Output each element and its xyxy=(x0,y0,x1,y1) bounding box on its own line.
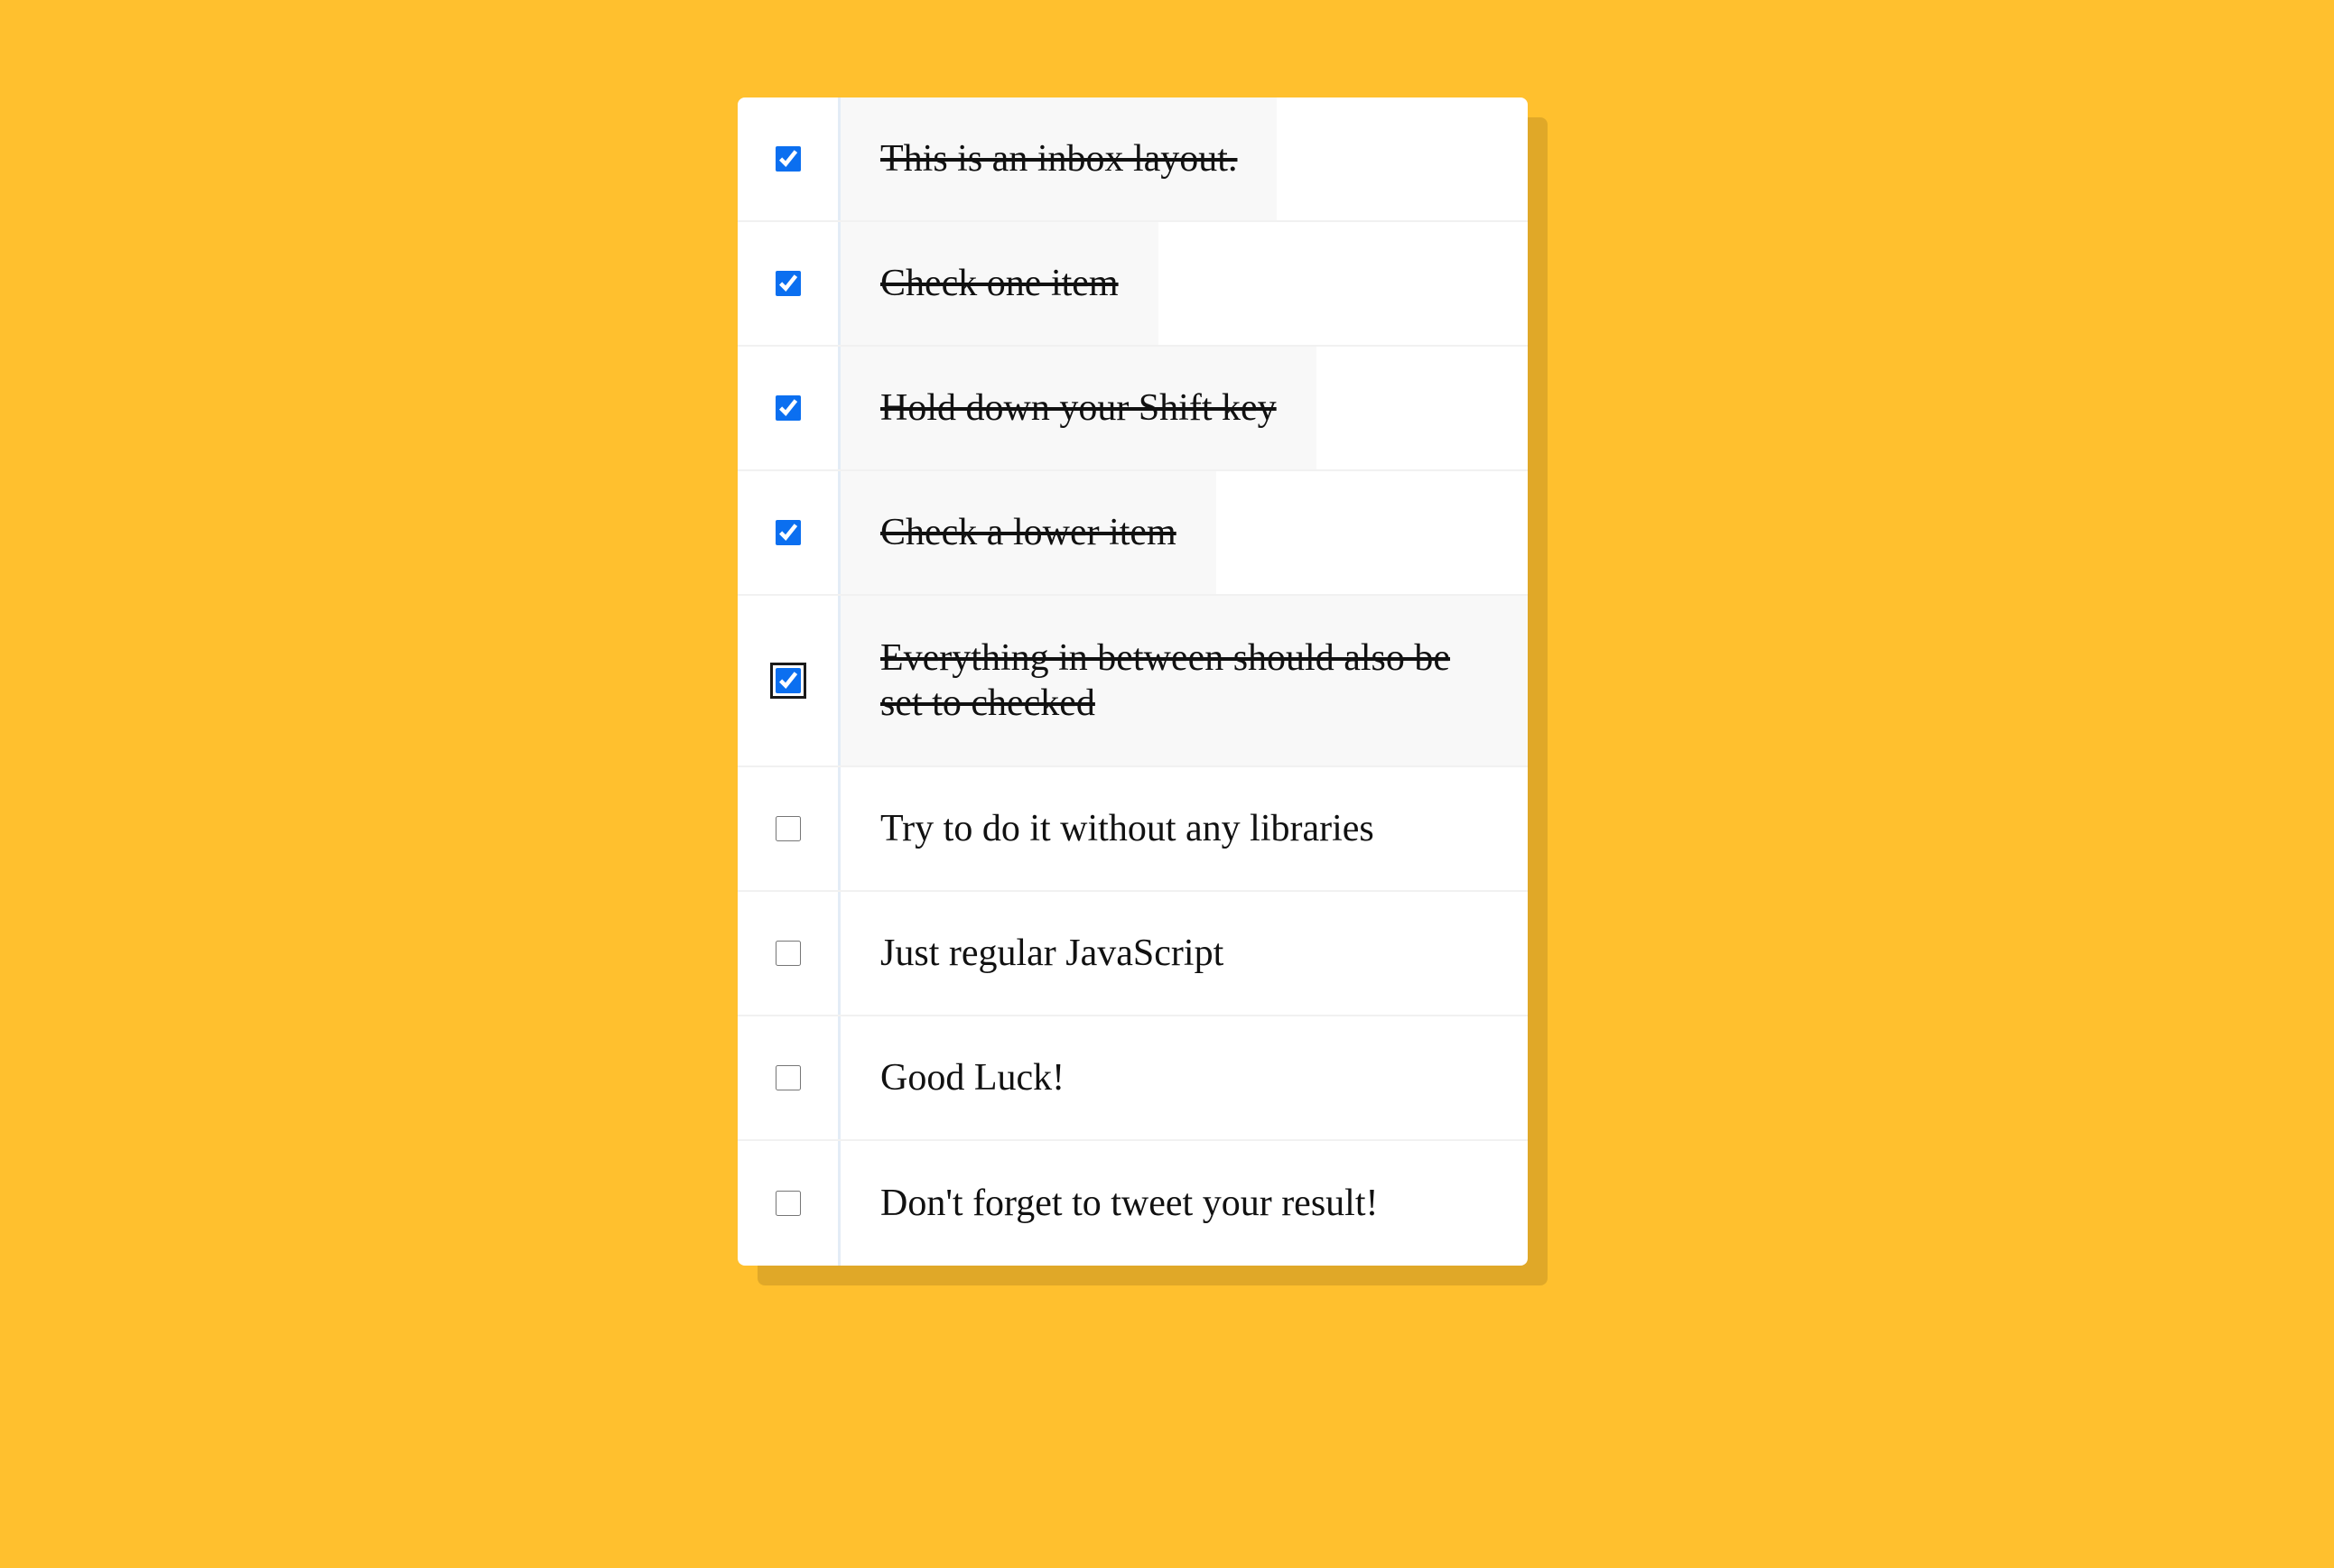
item-label: Try to do it without any libraries xyxy=(880,808,1374,849)
checkbox-cell xyxy=(738,596,841,765)
checkbox-cell xyxy=(738,222,841,345)
checkbox-cell xyxy=(738,471,841,594)
item-label: Just regular JavaScript xyxy=(880,932,1224,974)
checkbox-cell xyxy=(738,1141,841,1266)
item-label: Check one item xyxy=(841,222,1158,345)
item-checkbox[interactable] xyxy=(775,1065,801,1090)
item-text-cell: Everything in between should also be set… xyxy=(841,596,1528,765)
item-checkbox[interactable] xyxy=(775,816,801,841)
item-checkbox[interactable] xyxy=(769,663,806,699)
list-item: Try to do it without any libraries xyxy=(738,767,1528,892)
item-label: This is an inbox layout. xyxy=(841,97,1278,220)
checkbox-cell xyxy=(738,97,841,220)
list-item: Check a lower item xyxy=(738,471,1528,596)
list-item: Just regular JavaScript xyxy=(738,892,1528,1016)
item-text-cell: Check a lower item xyxy=(841,471,1528,594)
checkbox-cell xyxy=(738,767,841,890)
list-item: Everything in between should also be set… xyxy=(738,596,1528,767)
item-text-cell: Try to do it without any libraries xyxy=(841,767,1528,890)
item-text-cell: Just regular JavaScript xyxy=(841,892,1528,1015)
item-label: Check a lower item xyxy=(841,471,1216,594)
list-item: Check one item xyxy=(738,222,1528,347)
checkbox-cell xyxy=(738,1016,841,1139)
inbox-list: This is an inbox layout. Check one item … xyxy=(738,97,1528,1266)
item-checkbox[interactable] xyxy=(775,941,801,966)
checkbox-cell xyxy=(738,347,841,469)
item-text-cell: Check one item xyxy=(841,222,1528,345)
list-item: Good Luck! xyxy=(738,1016,1528,1141)
list-item: Don't forget to tweet your result! xyxy=(738,1141,1528,1266)
item-checkbox[interactable] xyxy=(775,271,801,296)
item-text-cell: Good Luck! xyxy=(841,1016,1528,1139)
item-checkbox[interactable] xyxy=(775,395,801,421)
item-checkbox[interactable] xyxy=(775,146,801,172)
item-label: Everything in between should also be set… xyxy=(841,596,1528,765)
list-item: Hold down your Shift key xyxy=(738,347,1528,471)
item-text-cell: Don't forget to tweet your result! xyxy=(841,1141,1528,1266)
list-item: This is an inbox layout. xyxy=(738,97,1528,222)
item-label: Hold down your Shift key xyxy=(841,347,1316,469)
item-text-cell: This is an inbox layout. xyxy=(841,97,1528,220)
item-label: Don't forget to tweet your result! xyxy=(880,1183,1379,1224)
checkbox-cell xyxy=(738,892,841,1015)
item-checkbox[interactable] xyxy=(775,520,801,545)
item-checkbox[interactable] xyxy=(775,1191,801,1216)
item-text-cell: Hold down your Shift key xyxy=(841,347,1528,469)
item-label: Good Luck! xyxy=(880,1057,1065,1099)
